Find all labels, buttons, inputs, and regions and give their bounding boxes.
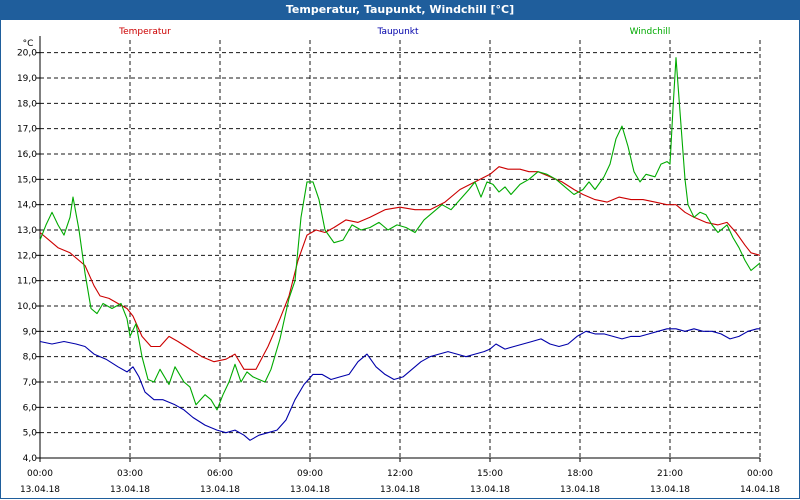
y-tick-label: 11,0 — [17, 277, 37, 287]
x-tick-date: 13.04.18 — [380, 485, 420, 495]
y-tick-label: 9,0 — [23, 327, 38, 337]
y-axis-unit: °C — [23, 39, 34, 49]
y-tick-label: 14,0 — [17, 201, 37, 211]
y-tick-label: 20,0 — [17, 49, 37, 59]
x-tick-date: 13.04.18 — [110, 485, 150, 495]
y-tick-label: 7,0 — [23, 378, 38, 388]
legend-temperatur: Temperatur — [118, 27, 171, 37]
y-tick-label: 19,0 — [17, 74, 37, 84]
y-tick-label: 4,0 — [23, 454, 38, 464]
legend-taupunkt: Taupunkt — [376, 27, 419, 37]
y-tick-label: 16,0 — [17, 150, 37, 160]
x-tick-date: 13.04.18 — [560, 485, 600, 495]
x-tick-time: 09:00 — [297, 469, 323, 479]
y-tick-label: 13,0 — [17, 226, 37, 236]
line-chart: 4,0 5,0 6,0 7,0 8,0 9,0 10,0 11,0 12,0 13,0 14,0 15… — [17, 27, 780, 495]
x-tick-time: 06:00 — [207, 469, 233, 479]
y-tick-label: 18,0 — [17, 99, 37, 109]
y-tick-label: 15,0 — [17, 175, 37, 185]
y-tick-label: 8,0 — [23, 353, 38, 363]
x-tick-time: 21:00 — [657, 469, 683, 479]
tick-labels: 4,0 5,0 6,0 7,0 8,0 9,0 10,0 11,0 12,0 13,0 14,0 15… — [17, 39, 780, 495]
x-tick-date: 14.04.18 — [740, 485, 780, 495]
x-tick-date: 13.04.18 — [20, 485, 60, 495]
y-tick-label: 5,0 — [23, 429, 38, 439]
y-tick-label: 10,0 — [17, 302, 37, 312]
y-tick-label: 6,0 — [23, 403, 38, 413]
x-tick-time: 03:00 — [117, 469, 143, 479]
legend-windchill: Windchill — [630, 27, 671, 37]
x-tick-date: 13.04.18 — [650, 485, 690, 495]
x-tick-time: 00:00 — [27, 469, 53, 479]
axes — [36, 36, 761, 462]
y-tick-label: 17,0 — [17, 125, 37, 135]
x-tick-time: 15:00 — [477, 469, 503, 479]
x-tick-date: 13.04.18 — [200, 485, 240, 495]
legend: Temperatur Taupunkt Windchill — [118, 27, 670, 37]
x-tick-time: 18:00 — [567, 469, 593, 479]
x-tick-date: 13.04.18 — [290, 485, 330, 495]
x-tick-date: 13.04.18 — [470, 485, 510, 495]
x-tick-time: 00:00 — [747, 469, 773, 479]
series-lines — [39, 57, 761, 441]
y-tick-label: 12,0 — [17, 251, 37, 261]
x-tick-time: 12:00 — [387, 469, 413, 479]
